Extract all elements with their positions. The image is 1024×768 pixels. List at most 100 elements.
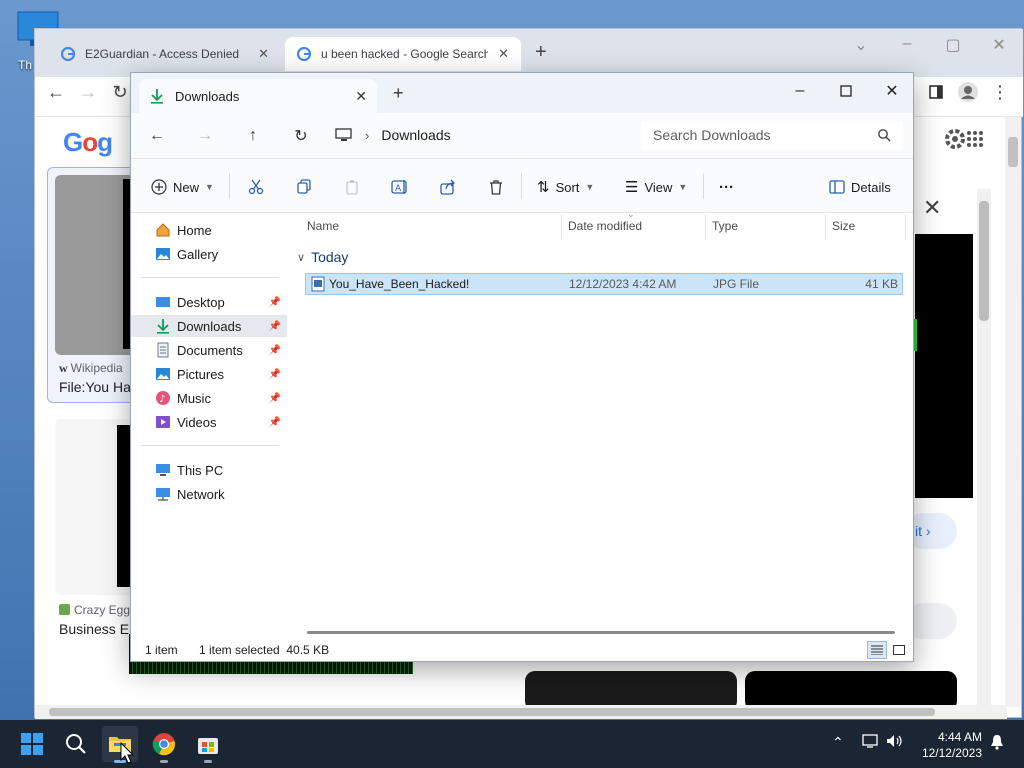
pin-icon[interactable]: 📌	[269, 297, 281, 308]
taskbar-search-button[interactable]	[58, 726, 94, 762]
tiles-view-icon[interactable]	[889, 641, 909, 659]
chrome-close-button[interactable]: ✕	[987, 35, 1011, 55]
nav-item-home[interactable]: Home	[131, 219, 287, 241]
file-list-horizontal-scrollbar[interactable]	[307, 631, 895, 634]
group-header-label: Today	[311, 249, 349, 265]
pin-icon[interactable]: 📌	[269, 345, 281, 356]
chrome-horizontal-scrollbar[interactable]	[35, 705, 1007, 719]
nav-item-gallery[interactable]: Gallery	[131, 243, 287, 265]
explorer-maximize-button[interactable]	[823, 77, 869, 105]
chrome-tab-search[interactable]: u been hacked - Google Search ✕	[285, 37, 521, 71]
chevron-down-icon: ∨	[297, 251, 306, 264]
nav-item-videos[interactable]: Videos 📌	[131, 411, 287, 433]
nav-item-label: Pictures	[177, 366, 224, 382]
nav-item-music[interactable]: ♪ Music 📌	[131, 387, 287, 409]
rename-icon[interactable]: A	[389, 176, 411, 198]
chrome-back-icon[interactable]: ←	[43, 79, 69, 105]
desktop-icon-label: Th	[18, 58, 33, 72]
command-separator	[229, 173, 230, 199]
volume-tray-icon[interactable]	[886, 734, 904, 748]
more-options-button[interactable]: ···	[719, 176, 734, 198]
plus-circle-icon	[151, 179, 167, 195]
network-tray-icon[interactable]	[862, 734, 878, 748]
gallery-icon	[155, 246, 171, 262]
explorer-up-icon[interactable]: ↑	[239, 125, 267, 147]
chrome-maximize-button[interactable]: ▢	[941, 35, 965, 55]
tab-close-icon[interactable]: ✕	[258, 46, 269, 62]
column-header-date[interactable]: Date modified	[568, 219, 642, 233]
preview-close-icon[interactable]: ✕	[923, 195, 941, 221]
tab-close-icon[interactable]: ✕	[498, 46, 509, 62]
explorer-refresh-icon[interactable]: ↻	[287, 125, 315, 147]
copy-icon[interactable]	[293, 176, 315, 198]
chrome-side-panel-icon[interactable]	[923, 79, 949, 105]
nav-item-network[interactable]: Network	[131, 483, 287, 505]
preview-scrollbar-thumb[interactable]	[979, 201, 989, 321]
group-header-today[interactable]: ∨ Today	[297, 249, 348, 265]
result-title[interactable]: Business E	[59, 621, 129, 637]
download-arrow-icon	[155, 318, 171, 334]
column-header-name[interactable]: Name	[307, 219, 339, 233]
sort-icon: ⇅	[537, 179, 550, 196]
explorer-minimize-button[interactable]: –	[777, 77, 823, 105]
chrome-minimize-button[interactable]: –	[895, 35, 919, 53]
search-placeholder: Search Downloads	[653, 127, 771, 143]
preview-image[interactable]	[915, 234, 973, 498]
explorer-forward-icon[interactable]: →	[191, 125, 219, 147]
explorer-close-button[interactable]: ✕	[869, 77, 915, 105]
column-separator[interactable]	[561, 215, 562, 239]
pin-icon[interactable]: 📌	[269, 321, 281, 332]
search-input[interactable]: Search Downloads	[641, 121, 903, 149]
cut-icon[interactable]	[245, 176, 267, 198]
nav-item-desktop[interactable]: Desktop 📌	[131, 291, 287, 313]
taskbar-chrome[interactable]	[146, 726, 182, 762]
column-separator[interactable]	[705, 215, 706, 239]
svg-text:A: A	[395, 184, 402, 194]
explorer-tab-downloads[interactable]: Downloads ✕	[139, 79, 377, 113]
chrome-new-tab-button[interactable]: +	[535, 41, 547, 64]
details-pane-button[interactable]: Details	[829, 176, 891, 198]
column-header-size[interactable]: Size	[832, 219, 855, 233]
start-button[interactable]	[14, 726, 50, 762]
pin-icon[interactable]: 📌	[269, 393, 281, 404]
sort-button[interactable]: ⇅ Sort ▼	[537, 176, 594, 198]
notification-bell-icon[interactable]	[990, 734, 1004, 750]
nav-item-pictures[interactable]: Pictures 📌	[131, 363, 287, 385]
taskbar-store[interactable]	[190, 726, 226, 762]
chrome-tab-e2guardian[interactable]: E2Guardian - Access Denied ✕	[49, 37, 281, 71]
column-separator[interactable]	[825, 215, 826, 239]
status-selection: 1 item selected 40.5 KB	[199, 643, 330, 657]
nav-item-downloads[interactable]: Downloads 📌	[131, 315, 287, 337]
tray-clock[interactable]: 4:44 AM 12/12/2023	[910, 729, 982, 761]
view-button[interactable]: ☰ View ▼	[625, 176, 687, 198]
chrome-menu-icon[interactable]: ⋮	[987, 79, 1013, 105]
chrome-profile-avatar[interactable]	[955, 79, 981, 105]
chrome-tab-search-chevron-icon[interactable]: ⌄	[849, 35, 873, 55]
nav-item-this-pc[interactable]: This PC	[131, 459, 287, 481]
breadcrumb[interactable]: › Downloads	[335, 121, 631, 149]
explorer-tab-close-icon[interactable]: ✕	[355, 88, 367, 105]
file-row[interactable]: You_Have_Been_Hacked! 12/12/2023 4:42 AM…	[305, 273, 903, 295]
settings-gear-icon[interactable]	[943, 127, 983, 151]
chrome-vertical-scrollbar[interactable]	[1005, 117, 1021, 707]
pin-icon[interactable]: 📌	[269, 369, 281, 380]
breadcrumb-current[interactable]: Downloads	[381, 127, 450, 143]
share-icon[interactable]	[437, 176, 459, 198]
column-header-type[interactable]: Type	[712, 219, 738, 233]
chrome-forward-icon[interactable]: →	[75, 79, 101, 105]
google-logo[interactable]: Gog	[63, 127, 113, 158]
search-icon	[66, 734, 86, 754]
pin-icon[interactable]: 📌	[269, 417, 281, 428]
details-view-icon[interactable]	[867, 641, 887, 659]
tab-title: E2Guardian - Access Denied	[85, 47, 240, 61]
result-title[interactable]: File:You Ha	[59, 379, 131, 395]
explorer-new-tab-button[interactable]: +	[393, 83, 404, 104]
new-button[interactable]: New ▼	[151, 176, 214, 198]
column-separator[interactable]	[905, 215, 906, 239]
home-icon	[155, 222, 171, 238]
nav-item-documents[interactable]: Documents 📌	[131, 339, 287, 361]
explorer-back-icon[interactable]: ←	[143, 125, 171, 147]
delete-icon[interactable]	[485, 176, 507, 198]
tray-overflow-chevron-icon[interactable]: ⌃	[832, 734, 844, 751]
paste-icon[interactable]	[341, 176, 363, 198]
